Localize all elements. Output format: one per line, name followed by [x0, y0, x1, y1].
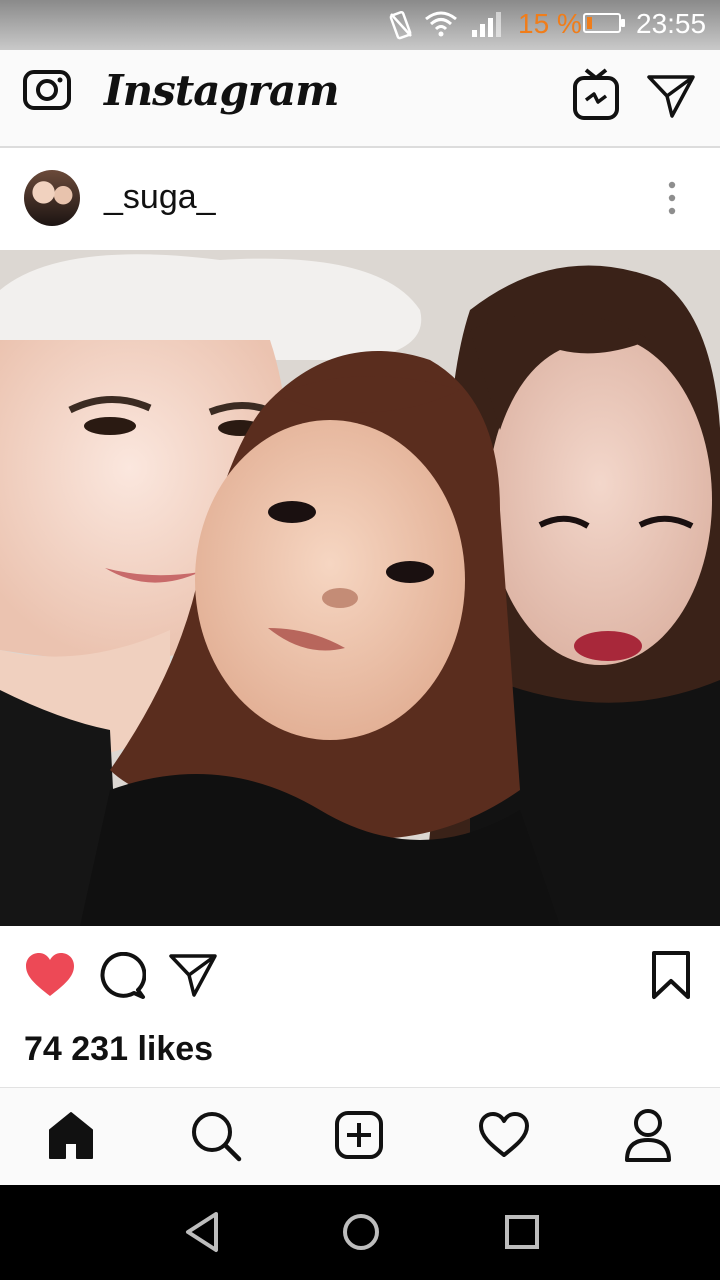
- app-logo: Instagram: [104, 66, 340, 115]
- clock: 23:55: [636, 8, 707, 39]
- like-heart-filled-icon[interactable]: [24, 952, 76, 998]
- top-bar: Instagram: [0, 50, 720, 148]
- home-circle-icon[interactable]: [340, 1210, 382, 1254]
- recents-square-icon[interactable]: [502, 1210, 542, 1254]
- activity-heart-icon[interactable]: [478, 1112, 530, 1158]
- battery-icon: [583, 13, 625, 33]
- comment-icon[interactable]: [98, 952, 146, 1000]
- search-icon[interactable]: [190, 1110, 242, 1162]
- vibrate-icon: [389, 10, 412, 40]
- post-image: [0, 250, 720, 926]
- signal-icon: [472, 12, 501, 37]
- profile-icon[interactable]: [624, 1108, 672, 1162]
- post-username[interactable]: _suga_: [104, 178, 216, 217]
- more-vertical-icon[interactable]: [660, 178, 684, 218]
- home-icon[interactable]: [46, 1110, 96, 1160]
- share-send-icon[interactable]: [168, 952, 218, 998]
- likes-count[interactable]: 74 231 likes: [24, 1030, 213, 1069]
- bookmark-icon[interactable]: [650, 950, 692, 1000]
- back-icon[interactable]: [182, 1210, 222, 1254]
- avatar[interactable]: [24, 170, 80, 226]
- bottom-navigation: [0, 1087, 720, 1186]
- camera-icon[interactable]: [22, 66, 72, 112]
- post-header: _suga_: [0, 148, 720, 248]
- battery-percent: 15 %: [518, 8, 582, 39]
- post-actions: [0, 926, 720, 1026]
- battery-level: [587, 17, 592, 29]
- status-bar: 15 % 23:55: [0, 0, 720, 50]
- system-navigation-bar: [0, 1185, 720, 1280]
- direct-message-icon[interactable]: [646, 72, 696, 120]
- wifi-icon: [425, 11, 457, 37]
- add-post-icon[interactable]: [334, 1110, 384, 1160]
- post-photo[interactable]: [0, 250, 720, 926]
- igtv-icon[interactable]: [572, 68, 620, 122]
